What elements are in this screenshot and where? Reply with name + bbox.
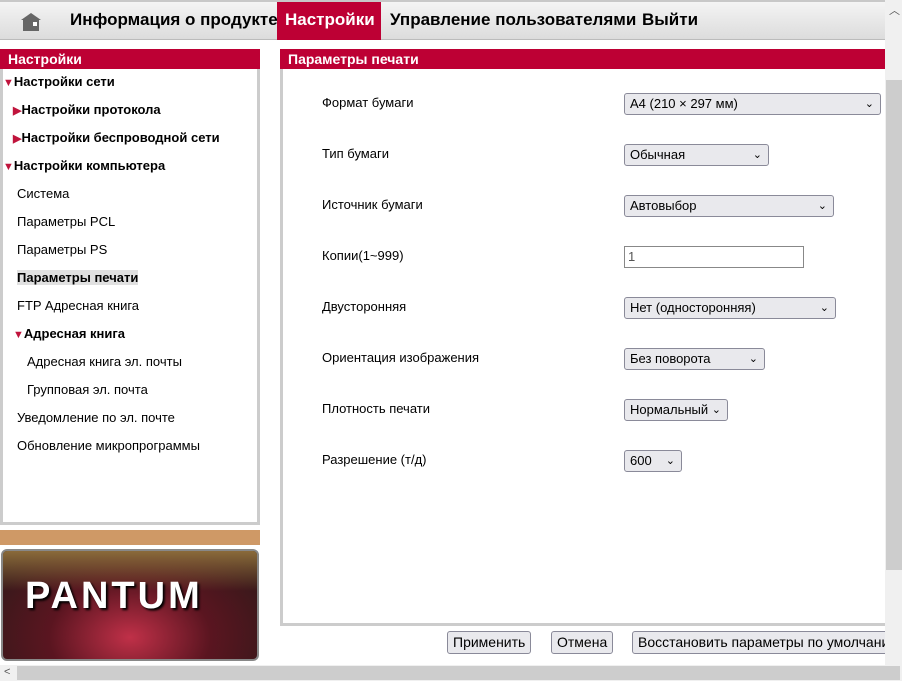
sidebar-item-firmware[interactable]: Обновление микропрограммы [17,438,200,453]
label-paper-size: Формат бумаги [322,95,414,110]
sidebar-item-computer[interactable]: ▼Настройки компьютера [3,158,165,173]
sidebar-item-group-email[interactable]: Групповая эл. почта [27,382,148,397]
pantum-logo: PANTUM [1,549,259,661]
paper-source-select[interactable]: Автовыбор ⌄ [624,195,834,217]
label: Настройки компьютера [13,158,166,173]
resolution-select[interactable]: 600 ⌄ [624,450,682,472]
sidebar-item-network[interactable]: ▼Настройки сети [3,74,115,89]
main-title: Параметры печати [280,49,885,69]
label-paper-source: Источник бумаги [322,197,423,212]
triangle-down-icon: ▼ [3,77,14,89]
label-orientation: Ориентация изображения [322,350,480,365]
scroll-left-icon[interactable]: < [4,666,10,678]
label-copies: Копии(1~999) [322,248,404,263]
value: Нормальный [630,402,709,417]
chevron-down-icon: ⌄ [665,455,675,467]
sidebar-item-system[interactable]: Система [17,186,69,201]
nav-user-management[interactable]: Управление пользователями [382,2,644,40]
scroll-up-icon[interactable]: ︿ [889,2,900,18]
chevron-down-icon: ⌄ [752,149,762,161]
value: Без поворота [630,351,711,366]
top-nav: Информация о продукте Настройки Управлен… [0,0,885,40]
duplex-select[interactable]: Нет (односторонняя) ⌄ [624,297,836,319]
cancel-button[interactable]: Отмена [551,631,614,654]
nav-product-info[interactable]: Информация о продукте [62,2,286,40]
nav-settings[interactable]: Настройки [277,2,381,40]
triangle-down-icon: ▼ [3,161,14,173]
label: Настройки сети [13,74,115,89]
orientation-select[interactable]: Без поворота ⌄ [624,348,765,370]
sidebar-item-protocol[interactable]: ▶Настройки протокола [13,102,161,117]
value: 600 [630,453,652,468]
label-resolution: Разрешение (т/д) [322,452,427,467]
sidebar-item-print-params[interactable]: Параметры печати [17,270,139,285]
value: Нет (односторонняя) [630,300,756,315]
label-density: Плотность печати [322,401,430,416]
sidebar-item-email-notify[interactable]: Уведомление по эл. почте [17,410,175,425]
paper-type-select[interactable]: Обычная ⌄ [624,144,769,166]
nav-logout[interactable]: Выйти [634,2,706,40]
sidebar-item-ps[interactable]: Параметры PS [17,242,107,257]
sidebar-title: Настройки [0,49,260,69]
home-icon[interactable] [20,12,42,32]
label-paper-type: Тип бумаги [322,146,389,161]
scroll-thumb[interactable] [17,666,900,680]
value: A4 (210 × 297 мм) [630,96,738,111]
density-select[interactable]: Нормальный ⌄ [624,399,728,421]
label: Настройки беспроводной сети [21,130,220,145]
label: Адресная книга [23,326,126,341]
chevron-down-icon: ⌄ [819,302,829,314]
apply-button[interactable]: Применить [447,631,532,654]
chevron-down-icon: ⌄ [864,98,874,110]
sidebar-item-address-book[interactable]: ▼Адресная книга [13,326,125,341]
vertical-scrollbar[interactable]: ︿ [885,0,902,665]
chevron-down-icon: ⌄ [711,404,721,416]
label: Настройки протокола [21,102,161,117]
sidebar-item-ftp-book[interactable]: FTP Адресная книга [17,298,139,313]
copies-input[interactable]: 1 [624,246,804,268]
divider [0,530,260,545]
chevron-down-icon: ⌄ [817,200,827,212]
value: Обычная [630,147,686,162]
sidebar-item-wireless[interactable]: ▶Настройки беспроводной сети [13,130,220,145]
value: Автовыбор [630,198,697,213]
restore-defaults-button[interactable]: Восстановить параметры по умолчанию [632,631,902,654]
scroll-thumb[interactable] [886,80,902,570]
label-duplex: Двусторонняя [322,299,407,314]
paper-size-select[interactable]: A4 (210 × 297 мм) ⌄ [624,93,881,115]
sidebar-item-email-book[interactable]: Адресная книга эл. почты [27,354,182,369]
sidebar-item-pcl[interactable]: Параметры PCL [17,214,115,229]
horizontal-scrollbar[interactable]: < [0,665,902,681]
triangle-down-icon: ▼ [13,329,24,341]
chevron-down-icon: ⌄ [748,353,758,365]
